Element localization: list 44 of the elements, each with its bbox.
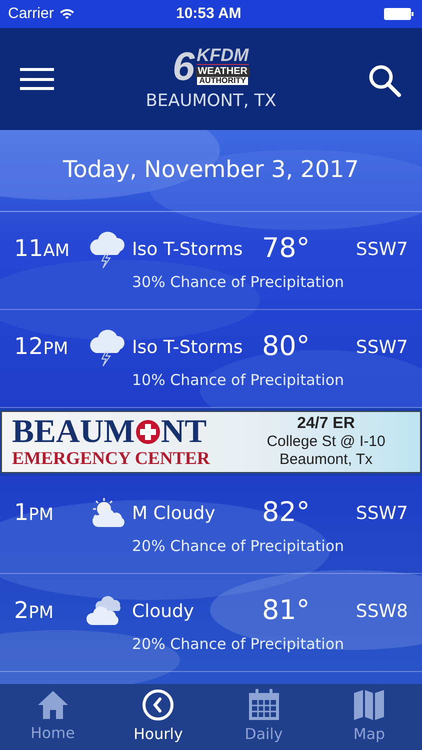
clock-label: 10:53 AM [176,4,242,24]
search-button[interactable] [368,64,402,98]
precipitation-label: 20% Chance of Precipitation [131,536,346,558]
temperature-label: 78° [262,232,311,266]
temperature-label: 82° [262,496,311,530]
carrier-label: Carrier [8,4,54,24]
tab[interactable]: Map [316,684,422,750]
date-heading: Today, November 3, 2017 [63,156,359,186]
ad-brand-text: NT [160,416,207,448]
ad-headline: 24/7 ER [297,415,355,433]
hour-label: 2 PM [13,597,55,626]
ad-address: College St @ I-10 [266,433,386,451]
tab[interactable]: Hourly [106,684,211,750]
temperature-label: 80° [262,330,311,364]
hour-label: 1 PM [13,499,55,528]
wind-label: SSW7 [356,336,409,360]
tab[interactable]: Home [0,684,106,750]
clock-icon [142,688,174,721]
precipitation-label: 20% Chance of Precipitation [131,634,346,656]
ad-brand-text: BEAUM [12,416,135,448]
condition-label: Cloudy [132,600,196,624]
condition-label: Iso T-Storms [132,336,244,360]
hour-label: 11AM [13,235,71,264]
menu-button[interactable] [20,66,54,92]
location-label: BEAUMONT, TX [146,90,276,113]
wind-label: SSW7 [356,238,409,262]
hour-label: 12 PM [13,333,70,362]
temperature-label: 81° [262,594,311,628]
battery-icon [384,8,414,20]
calendar-icon [248,688,280,721]
cross-icon [134,419,161,445]
ad-city: Beaumont, Tx [279,451,373,469]
condition-label: M Cloudy [132,502,216,526]
wind-label: SSW8 [356,600,409,624]
ad-subtitle: EMERGENCY CENTER [12,448,211,468]
tab[interactable]: Daily [211,684,316,750]
precipitation-label: 30% Chance of Precipitation [131,272,346,294]
precipitation-label: 10% Chance of Precipitation [131,370,346,392]
condition-label: Iso T-Storms [132,238,244,262]
map-icon [353,688,386,721]
wifi-icon [58,8,75,20]
advertisement-banner[interactable]: BEAUM NT EMERGENCY CENTER 24/7 ER College St @ I-10 Beaumont, Tx [1,411,421,473]
home-icon [36,690,69,720]
wind-label: SSW7 [356,502,409,526]
